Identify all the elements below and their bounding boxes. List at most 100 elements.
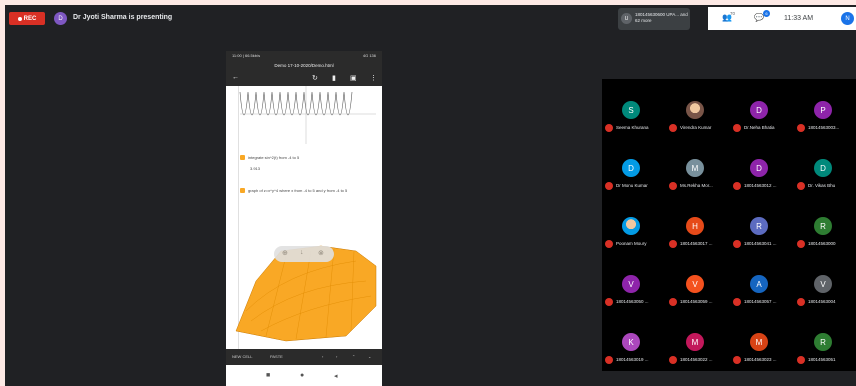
document-title: Demo 17-10-2020/Demo.html <box>226 60 382 72</box>
participant-name: 18014563041 ... <box>744 241 777 246</box>
participant-tile[interactable]: Poonam Moury <box>602 207 666 263</box>
new-cell-button[interactable]: NEW CELL <box>232 354 252 359</box>
top-bar: REC D Dr Jyoti Sharma is presenting U 18… <box>5 5 856 31</box>
participant-tile[interactable]: K 18014563019 ... <box>602 323 666 379</box>
participant-avatar: R <box>814 333 832 351</box>
participant-tile[interactable]: V 18014563059 ... <box>666 265 730 321</box>
participant-name: Ms.Rekha Mor... <box>680 183 713 188</box>
participant-tile[interactable]: A 18014563057 ... <box>730 265 794 321</box>
mic-muted-icon <box>605 182 613 190</box>
participant-tile[interactable]: R 18014563041 ... <box>730 207 794 263</box>
prev-icon[interactable]: ‹ <box>322 354 323 359</box>
mic-muted-icon <box>797 356 805 364</box>
participant-tile[interactable]: R 18014563000 <box>794 207 856 263</box>
participant-avatar: D <box>750 159 768 177</box>
participant-tile[interactable]: H 18014563017 ... <box>666 207 730 263</box>
input-cell-graph[interactable]: graph of z=x^y^4 where x from -4 to 5 an… <box>240 188 360 194</box>
shared-screen-phone: 11:00 | 66.5kb/s 4G 136 Demo 17-10-2020/… <box>226 51 382 386</box>
user-avatar[interactable]: N <box>841 12 854 25</box>
others-label: 180145630600 UPA... and 62 more <box>635 12 688 23</box>
mic-muted-icon <box>605 356 613 364</box>
participant-tile[interactable]: M 18014563023 ... <box>730 323 794 379</box>
refresh-icon[interactable]: ↻ <box>312 74 318 82</box>
participant-avatar: R <box>814 217 832 235</box>
mic-muted-icon <box>669 124 677 132</box>
mic-muted-icon <box>797 298 805 306</box>
participant-avatar: M <box>686 333 704 351</box>
phone-status-bar: 11:00 | 66.5kb/s 4G 136 <box>226 51 382 60</box>
participant-avatar: D <box>814 159 832 177</box>
close-icon[interactable]: ⊗ <box>318 249 324 257</box>
mic-muted-icon <box>733 124 741 132</box>
participant-tile[interactable]: V 18014563004 <box>794 265 856 321</box>
surface-plot <box>235 245 377 342</box>
mic-muted-icon <box>669 356 677 364</box>
participant-tile[interactable]: M 18014563022 ... <box>666 323 730 379</box>
mic-muted-icon <box>797 124 805 132</box>
phone-toolbar: ← ↻ ▮ ▣ ⋮ <box>226 72 382 86</box>
participant-name: 18014563050 ... <box>616 299 649 304</box>
output-cell-result: 3.913 <box>250 166 261 171</box>
bookmark-icon[interactable]: ▮ <box>332 74 336 82</box>
paste-button[interactable]: PASTE <box>270 354 283 359</box>
phone-bottom-bar: NEW CELL PASTE ‹ › ⌃ ⌄ <box>226 349 382 365</box>
more-menu-icon[interactable]: ⋮ <box>370 74 377 82</box>
back-arrow-icon[interactable]: ← <box>232 74 239 81</box>
participant-name: Virendra Kumar <box>680 125 712 130</box>
participant-tile[interactable]: M Ms.Rekha Mor... <box>666 149 730 205</box>
participant-name: Dr.Neha Bhatia <box>744 125 775 130</box>
up-icon[interactable]: ⌃ <box>352 354 355 359</box>
participant-name: 18014563023 ... <box>744 357 777 362</box>
participant-tile[interactable]: Virendra Kumar <box>666 91 730 147</box>
participant-tile[interactable]: V 18014563050 ... <box>602 265 666 321</box>
participant-tile[interactable]: D Dr Monu Kumar <box>602 149 666 205</box>
participant-avatar: P <box>814 101 832 119</box>
participant-name: 18014563017 ... <box>680 241 713 246</box>
clock-time: 11:33 AM <box>784 15 814 22</box>
participant-name: Poonam Moury <box>616 241 647 246</box>
mic-muted-icon <box>733 298 741 306</box>
mic-muted-icon <box>797 182 805 190</box>
participant-avatar: V <box>686 275 704 293</box>
mic-muted-icon <box>605 124 613 132</box>
participant-name: 18014563012 ... <box>744 183 777 188</box>
back-nav-icon[interactable]: ◂ <box>334 372 338 380</box>
participant-tile[interactable]: D Dr. Vikas Bhu <box>794 149 856 205</box>
notebook-content: integrate sin^2(t) from -4 to 5 3.913 gr… <box>226 86 382 364</box>
participant-tile[interactable]: D 18014563012 ... <box>730 149 794 205</box>
mic-muted-icon <box>797 240 805 248</box>
participant-name: 18014563019 ... <box>616 357 649 362</box>
mic-muted-icon <box>733 356 741 364</box>
zoom-icon[interactable]: ⊕ <box>282 249 288 257</box>
home-icon[interactable]: ● <box>300 372 304 379</box>
participant-tile[interactable]: P 18014563003... <box>794 91 856 147</box>
participant-tile[interactable]: D Dr.Neha Bhatia <box>730 91 794 147</box>
others-tile[interactable]: U 180145630600 UPA... and 62 more <box>618 8 690 30</box>
participant-tile[interactable]: R 18014563051 <box>794 323 856 379</box>
download-icon[interactable]: ↓ <box>300 249 304 256</box>
meeting-controls-panel: 👥 70 💬 6 11:33 AM N <box>708 7 856 30</box>
phone-nav-bar: ■ ● ◂ <box>226 369 382 386</box>
image-icon[interactable]: ▣ <box>350 74 357 82</box>
input-cell-integrate[interactable]: integrate sin^2(t) from -4 to 5 <box>240 155 299 161</box>
participant-avatar: A <box>750 275 768 293</box>
mic-muted-icon <box>733 240 741 248</box>
people-count: 70 <box>730 11 736 16</box>
presenting-status: Dr Jyoti Sharma is presenting <box>73 14 173 21</box>
down-icon[interactable]: ⌄ <box>368 354 371 359</box>
next-icon[interactable]: › <box>336 354 337 359</box>
meeting-stage: REC D Dr Jyoti Sharma is presenting U 18… <box>5 5 856 386</box>
participant-avatar: M <box>750 333 768 351</box>
zoom-controls-overlay: ⊕ ↓ ⊗ <box>274 246 334 262</box>
others-avatar: U <box>621 13 632 24</box>
mic-muted-icon <box>669 240 677 248</box>
participant-name: 18014563051 <box>808 357 836 362</box>
participant-name: Seema Khurana <box>616 125 649 130</box>
participant-avatar: M <box>686 159 704 177</box>
cell-marker-icon <box>240 188 245 194</box>
participants-grid: S Seema Khurana Virendra Kumar D Dr.Neha Bha… <box>602 79 856 371</box>
mic-muted-icon <box>669 182 677 190</box>
participant-tile[interactable]: S Seema Khurana <box>602 91 666 147</box>
participant-avatar: D <box>750 101 768 119</box>
recent-apps-icon[interactable]: ■ <box>266 372 270 379</box>
